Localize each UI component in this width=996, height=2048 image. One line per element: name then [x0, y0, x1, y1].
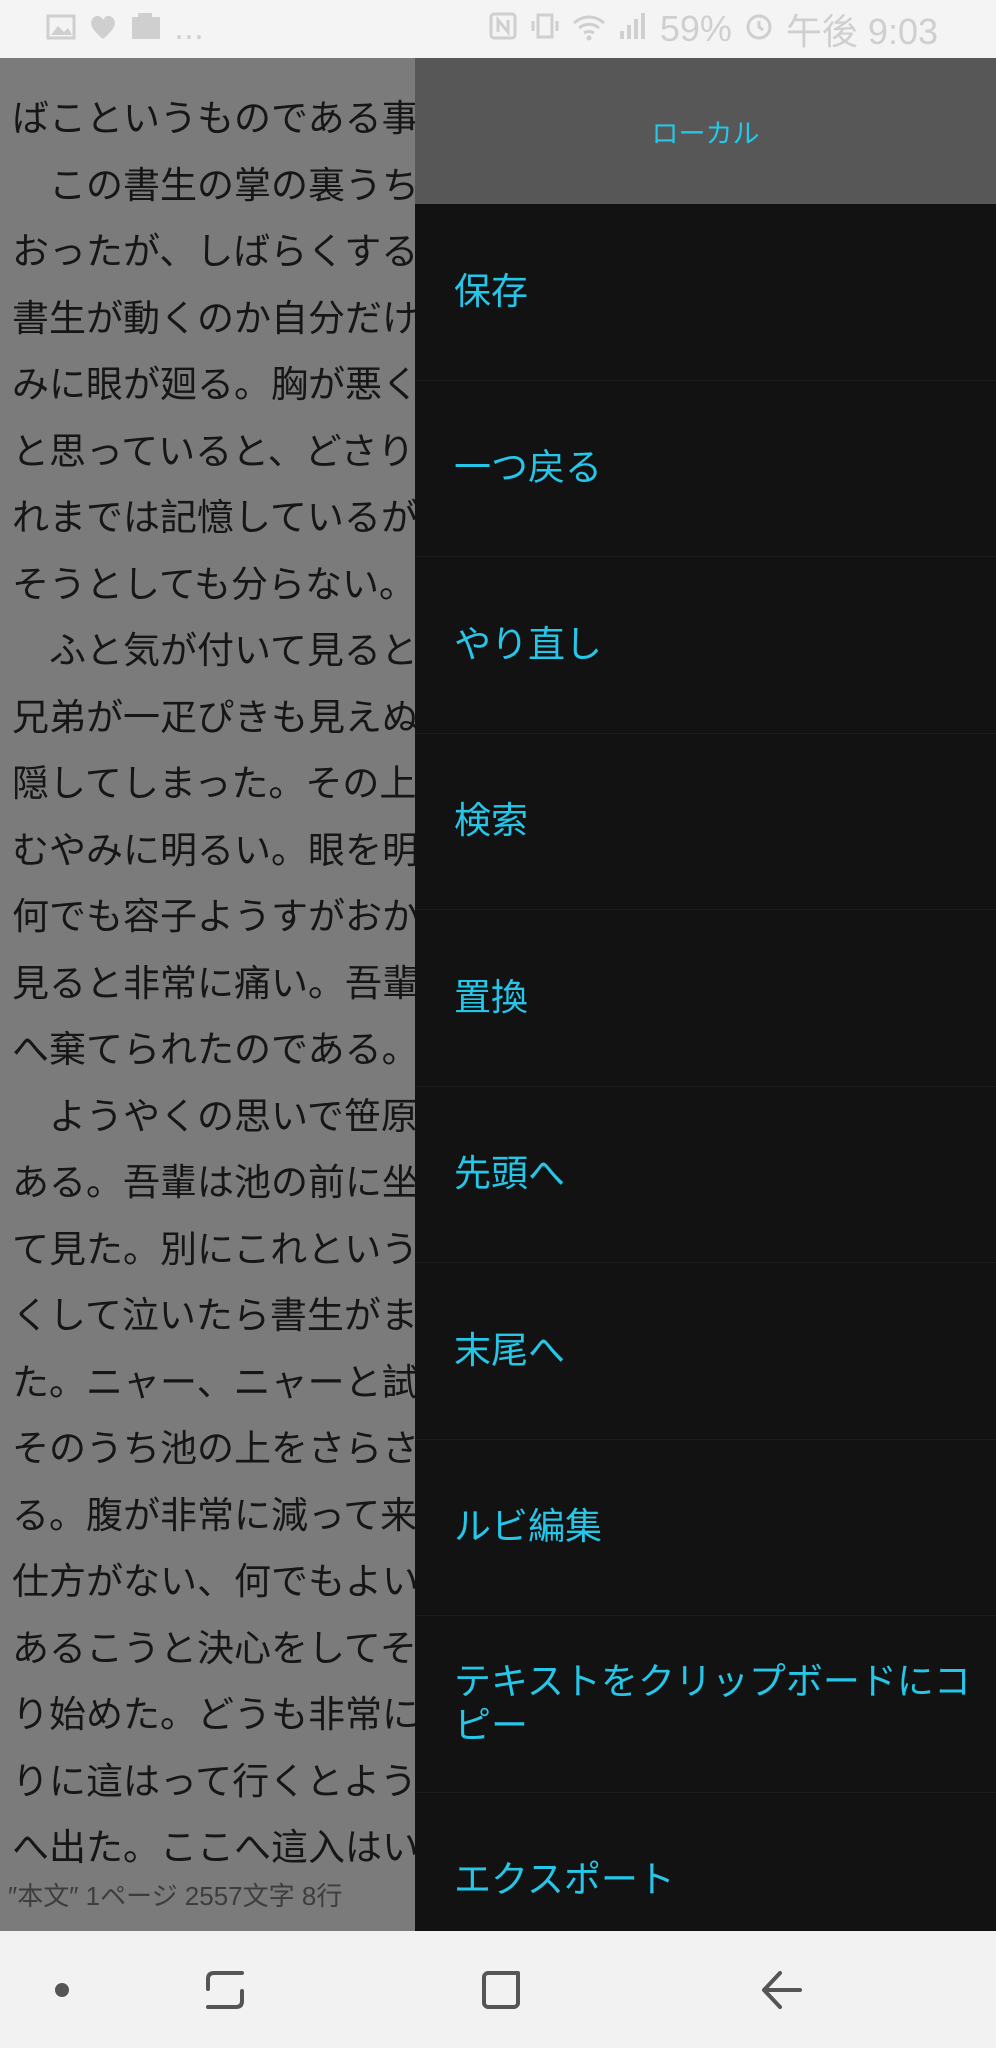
- menu-item-label: エクスポート: [454, 1858, 675, 1902]
- menu-item-search[interactable]: 検索: [415, 734, 996, 910]
- battery-percent: 59%: [659, 8, 732, 49]
- alarm-icon: [744, 8, 774, 50]
- drawer-title: ローカル: [651, 118, 760, 150]
- status-left-icons: …: [46, 11, 206, 47]
- editor-status-text: ″本文″ 1ページ 2557文字 8行: [8, 1881, 343, 1911]
- menu-item-undo[interactable]: 一つ戻る: [415, 381, 996, 557]
- image-icon: [46, 14, 76, 44]
- photo-icon: [130, 13, 162, 45]
- menu-item-label: 検索: [454, 799, 528, 843]
- menu-item-label: 置換: [454, 975, 528, 1019]
- recent-apps-icon[interactable]: [180, 1931, 270, 2048]
- menu-item-export[interactable]: エクスポート: [415, 1793, 996, 1932]
- heart-icon: [88, 13, 118, 45]
- menu-drawer: ローカル 保存 一つ戻る やり直し 検索 置換 先頭へ 末尾へ ルビ編集 テキス…: [415, 58, 996, 1931]
- dot-icon[interactable]: [22, 1931, 102, 2048]
- menu-item-go-to-top[interactable]: 先頭へ: [415, 1087, 996, 1263]
- menu-item-copy-to-clipboard[interactable]: テキストをクリップボードにコピー: [415, 1616, 996, 1793]
- wifi-icon: [572, 8, 606, 50]
- menu-item-ruby-edit[interactable]: ルビ編集: [415, 1440, 996, 1616]
- status-right: 59% 午後 9:03: [488, 8, 938, 52]
- home-icon[interactable]: [456, 1931, 546, 2048]
- clock: 午後 9:03: [785, 11, 938, 52]
- menu-item-replace[interactable]: 置換: [415, 910, 996, 1087]
- signal-icon: [618, 8, 648, 50]
- drawer-header[interactable]: ローカル: [415, 58, 996, 204]
- vibrate-icon: [530, 8, 560, 50]
- navigation-bar: [0, 1931, 996, 2048]
- menu-item-label: 先頭へ: [454, 1152, 565, 1196]
- nfc-icon: [488, 8, 518, 50]
- more-dots-icon: …: [174, 11, 206, 47]
- menu-item-label: 末尾へ: [454, 1328, 565, 1372]
- menu-item-label: やり直し: [454, 622, 602, 666]
- menu-item-label: テキストをクリップボードにコピー: [454, 1659, 971, 1747]
- status-bar: … 59% 午後 9:03: [0, 0, 996, 58]
- back-icon[interactable]: [736, 1931, 826, 2048]
- menu-item-label: 一つ戻る: [454, 446, 602, 490]
- menu-item-save[interactable]: 保存: [415, 204, 996, 381]
- menu-item-label: 保存: [454, 269, 528, 313]
- menu-item-label: ルビ編集: [454, 1505, 602, 1549]
- menu-item-redo[interactable]: やり直し: [415, 557, 996, 734]
- menu-item-go-to-end[interactable]: 末尾へ: [415, 1263, 996, 1440]
